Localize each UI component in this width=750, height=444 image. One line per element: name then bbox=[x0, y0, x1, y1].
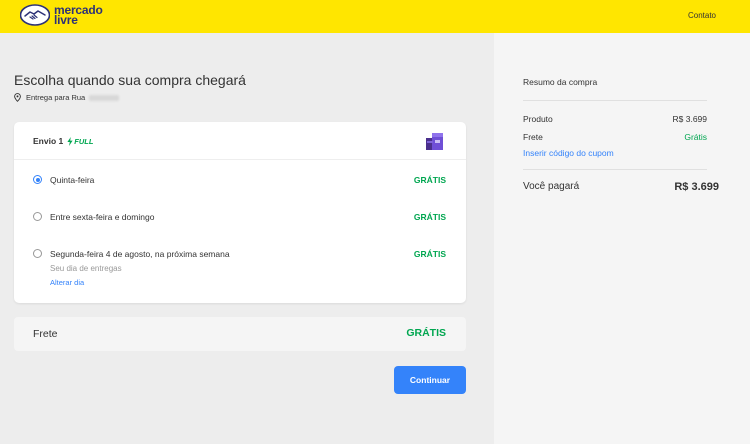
delivery-option-label: Segunda-feira 4 de agosto, na próxima se… bbox=[50, 249, 230, 259]
delivery-option-1[interactable]: Quinta-feira GRÁTIS bbox=[33, 172, 446, 188]
shipment-header: Envio 1 FULL bbox=[14, 122, 466, 160]
total-value: R$ 3.699 bbox=[674, 181, 719, 193]
product-label: Produto bbox=[523, 114, 553, 124]
shipping-value: GRÁTIS bbox=[406, 327, 446, 339]
radio-unselected[interactable] bbox=[33, 249, 42, 258]
purchase-summary: Resumo da compra Produto R$ 3.699 Frete … bbox=[494, 33, 750, 444]
shipping-label: Frete bbox=[33, 328, 58, 340]
delivery-text: Entrega para Rua bbox=[26, 93, 86, 102]
radio-unselected[interactable] bbox=[33, 212, 42, 221]
total-label: Você pagará bbox=[523, 181, 580, 192]
shipment-title-text: Envio 1 bbox=[33, 136, 64, 146]
divider bbox=[523, 169, 707, 170]
delivery-address: Entrega para Rua bbox=[14, 93, 120, 102]
mercado-livre-logo[interactable]: mercado livre bbox=[20, 4, 103, 26]
delivery-option-2[interactable]: Entre sexta-feira e domingo GRÁTIS bbox=[33, 209, 446, 225]
delivery-option-price: GRÁTIS bbox=[413, 212, 446, 222]
shipment-card: Envio 1 FULL Quinta-feira GRÁTIS Entre s… bbox=[14, 122, 466, 303]
delivery-option-label: Quinta-feira bbox=[50, 175, 95, 185]
top-header: mercado livre Contato bbox=[0, 0, 750, 33]
logo-wordmark: mercado livre bbox=[54, 4, 103, 26]
delivery-option-subtext: Seu dia de entregas bbox=[50, 264, 122, 273]
shipping-total-box: Frete GRÁTIS bbox=[14, 317, 466, 351]
shipping-summary-label: Frete bbox=[523, 132, 543, 142]
blurred-address bbox=[89, 94, 120, 101]
location-pin-icon bbox=[14, 93, 21, 102]
delivery-option-price: GRÁTIS bbox=[413, 175, 446, 185]
contact-link[interactable]: Contato bbox=[688, 11, 716, 20]
full-badge: FULL bbox=[67, 136, 94, 146]
delivery-option-price: GRÁTIS bbox=[413, 249, 446, 259]
main-content: Escolha quando sua compra chegará Entreg… bbox=[0, 33, 494, 444]
shipment-title: Envio 1 FULL bbox=[33, 136, 93, 146]
delivery-option-3[interactable]: Segunda-feira 4 de agosto, na próxima se… bbox=[33, 246, 446, 292]
package-icon bbox=[426, 133, 443, 150]
radio-selected[interactable] bbox=[33, 175, 42, 184]
full-badge-text: FULL bbox=[74, 136, 94, 146]
lightning-icon bbox=[67, 136, 73, 146]
product-value: R$ 3.699 bbox=[672, 114, 708, 124]
shipping-summary-value: Grátis bbox=[684, 132, 707, 142]
continue-button[interactable]: Continuar bbox=[394, 366, 466, 394]
handshake-icon bbox=[20, 4, 50, 26]
coupon-link[interactable]: Inserir código do cupom bbox=[523, 148, 614, 158]
delivery-option-label: Entre sexta-feira e domingo bbox=[50, 212, 155, 222]
page-title: Escolha quando sua compra chegará bbox=[14, 72, 246, 88]
change-day-link[interactable]: Alterar dia bbox=[50, 278, 84, 287]
summary-title: Resumo da compra bbox=[523, 77, 598, 87]
divider bbox=[523, 100, 707, 101]
